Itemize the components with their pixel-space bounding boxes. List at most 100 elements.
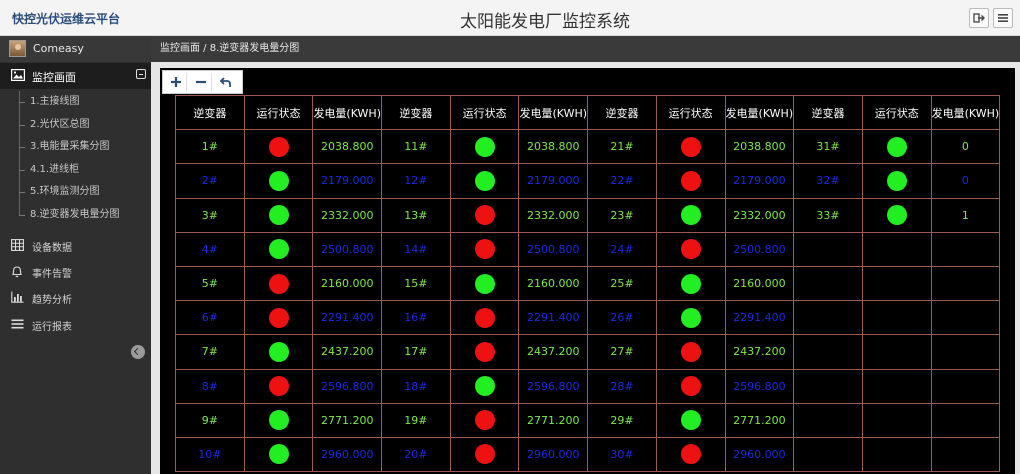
generation-value: 2771.200 — [312, 402, 383, 438]
status-stopped-indicator[interactable] — [474, 239, 495, 260]
sub-item-inverter-generation[interactable]: 8.逆变器发电量分图 — [0, 204, 151, 227]
empty-cell — [793, 334, 863, 370]
sub-item-pv-area[interactable]: 2.光伏区总图 — [0, 114, 151, 137]
empty-cell — [793, 265, 863, 302]
table-icon — [11, 239, 24, 251]
sub-item-energy-collection[interactable]: 3.电能量采集分图 — [0, 136, 151, 159]
status-running-indicator[interactable] — [886, 170, 907, 191]
status-running-indicator[interactable] — [680, 410, 701, 431]
column-header: 发电量(KWH) — [930, 94, 1001, 131]
inverter-id: 7# — [175, 334, 245, 370]
sub-item-main-wiring[interactable]: 1.主接线图 — [0, 91, 151, 114]
status-cell — [655, 197, 726, 233]
status-stopped-indicator[interactable] — [474, 341, 495, 362]
sidebar-item-reports[interactable]: 运行报表 — [0, 312, 151, 338]
column-header: 运行状态 — [655, 94, 726, 131]
status-running-indicator[interactable] — [886, 136, 907, 157]
empty-cell — [793, 402, 863, 438]
generation-value: 2179.000 — [518, 163, 589, 199]
empty-cell — [930, 265, 1001, 302]
status-running-indicator[interactable] — [268, 341, 289, 362]
status-running-indicator[interactable] — [474, 376, 495, 397]
sidebar-item-device-data[interactable]: 设备数据 — [0, 233, 151, 259]
sidebar-item-label: 设备数据 — [32, 243, 72, 254]
empty-cell — [861, 436, 932, 473]
user-panel[interactable]: Comeasy — [0, 36, 151, 62]
table-row: 4# 2500.800 14# 2500.800 24# 2500.800 — [175, 231, 1001, 267]
inverter-id: 4# — [175, 231, 245, 267]
status-stopped-indicator[interactable] — [680, 376, 701, 397]
page-title: 太阳能发电厂监控系统 — [460, 12, 630, 32]
status-stopped-indicator[interactable] — [680, 341, 701, 362]
collapse-icon[interactable] — [136, 69, 146, 79]
sidebar-item-label: 运行报表 — [32, 322, 72, 333]
generation-value: 2960.000 — [518, 436, 589, 473]
empty-cell — [793, 231, 863, 267]
status-stopped-indicator[interactable] — [474, 205, 495, 226]
status-cell — [861, 129, 932, 165]
status-stopped-indicator[interactable] — [680, 239, 701, 260]
inverter-id: 6# — [175, 300, 245, 336]
generation-value: 2437.200 — [312, 334, 383, 370]
status-running-indicator[interactable] — [680, 307, 701, 328]
breadcrumb-root[interactable]: 监控画面 / — [160, 43, 207, 54]
status-stopped-indicator[interactable] — [680, 170, 701, 191]
inverter-id: 18# — [381, 368, 451, 404]
inverter-id: 16# — [381, 300, 451, 336]
generation-value: 2332.000 — [312, 197, 383, 233]
sidebar-item-alarms[interactable]: 事件告警 — [0, 259, 151, 285]
status-stopped-indicator[interactable] — [680, 444, 701, 465]
inverter-id: 26# — [587, 300, 657, 336]
sub-item-incoming-cabinet[interactable]: 4.1.进线柜 — [0, 159, 151, 182]
reset-view-button[interactable] — [215, 73, 237, 91]
status-cell — [655, 368, 726, 404]
status-running-indicator[interactable] — [886, 205, 907, 226]
status-running-indicator[interactable] — [268, 239, 289, 260]
sub-item-environment[interactable]: 5.环境监测分图 — [0, 181, 151, 204]
bell-icon — [12, 266, 22, 278]
status-running-indicator[interactable] — [474, 273, 495, 294]
inverter-id: 23# — [587, 197, 657, 233]
status-cell — [655, 436, 726, 473]
image-icon — [11, 69, 25, 81]
status-running-indicator[interactable] — [474, 170, 495, 191]
status-cell — [243, 197, 314, 233]
status-stopped-indicator[interactable] — [268, 136, 289, 157]
status-running-indicator[interactable] — [268, 205, 289, 226]
sidebar-item-trends[interactable]: 趋势分析 — [0, 285, 151, 311]
status-running-indicator[interactable] — [268, 410, 289, 431]
sidebar: Comeasy 监控画面 1.主接线图 2.光伏区总图 3.电能量采集分图 4.… — [0, 36, 151, 474]
logout-button[interactable] — [969, 8, 989, 28]
status-cell — [449, 163, 520, 199]
status-stopped-indicator[interactable] — [268, 307, 289, 328]
table-row: 3# 2332.000 13# 2332.000 23# 2332.000 33# 1 — [175, 197, 1001, 233]
column-header: 发电量(KWH) — [724, 94, 795, 131]
menu-button[interactable] — [993, 8, 1013, 28]
generation-value: 2291.400 — [312, 300, 383, 336]
plus-icon — [171, 77, 181, 87]
empty-cell — [793, 368, 863, 404]
status-cell — [655, 231, 726, 267]
status-cell — [243, 163, 314, 199]
status-running-indicator[interactable] — [268, 170, 289, 191]
status-running-indicator[interactable] — [268, 444, 289, 465]
status-running-indicator[interactable] — [680, 273, 701, 294]
empty-cell — [861, 368, 932, 404]
inverter-id: 5# — [175, 265, 245, 302]
status-stopped-indicator[interactable] — [268, 273, 289, 294]
status-stopped-indicator[interactable] — [474, 410, 495, 431]
status-stopped-indicator[interactable] — [268, 376, 289, 397]
inverter-id: 12# — [381, 163, 451, 199]
status-stopped-indicator[interactable] — [474, 307, 495, 328]
zoom-out-button[interactable] — [190, 73, 212, 91]
sidebar-section-monitor[interactable]: 监控画面 — [0, 63, 151, 89]
inverter-id: 10# — [175, 436, 245, 473]
status-stopped-indicator[interactable] — [474, 444, 495, 465]
status-running-indicator[interactable] — [474, 136, 495, 157]
sidebar-item-label: 趋势分析 — [32, 295, 72, 306]
sidebar-collapse-icon[interactable] — [131, 345, 145, 359]
status-stopped-indicator[interactable] — [680, 136, 701, 157]
status-running-indicator[interactable] — [680, 205, 701, 226]
zoom-in-button[interactable] — [165, 73, 187, 91]
empty-cell — [793, 436, 863, 473]
